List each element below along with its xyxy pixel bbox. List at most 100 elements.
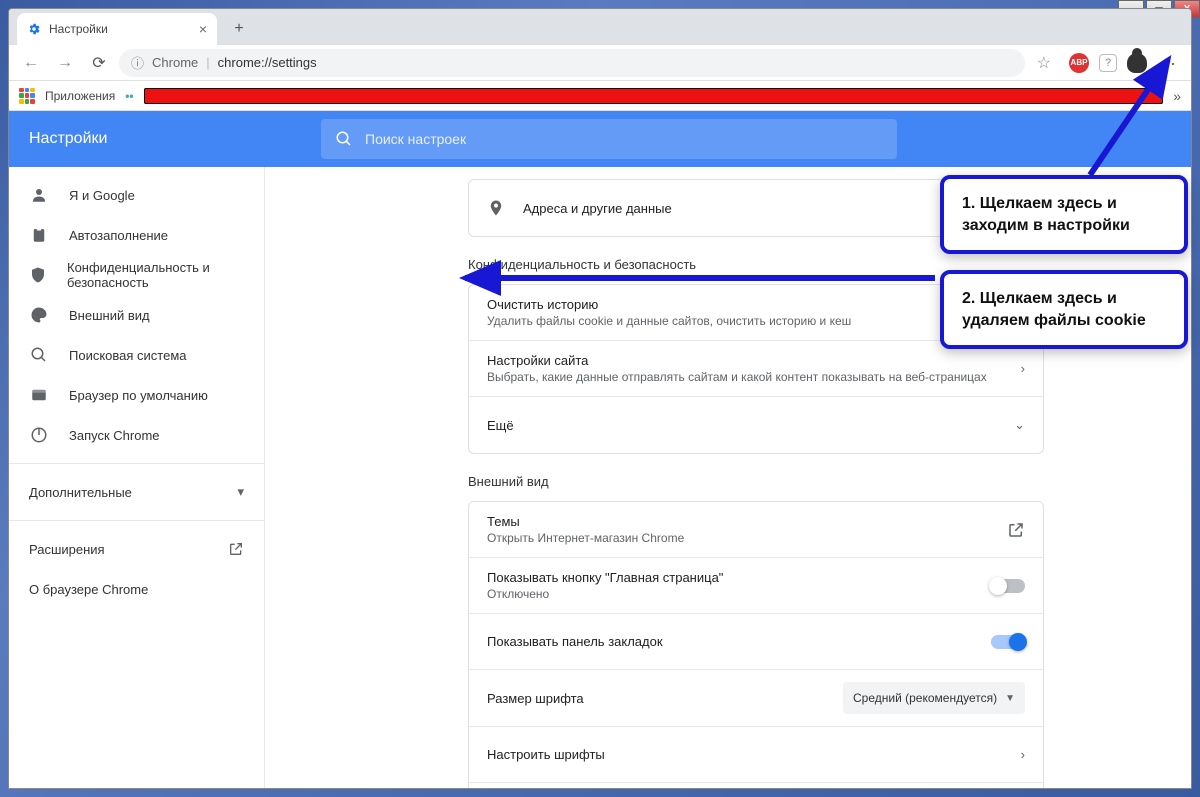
info-icon: ⓘ [131,53,144,72]
sidebar-advanced[interactable]: Дополнительные ▾ [9,472,264,512]
sidebar-separator [9,520,264,521]
settings-sidebar: Я и Google Автозаполнение Конфиденциальн… [9,167,265,788]
location-icon [487,199,523,217]
search-input[interactable] [365,131,883,147]
settings-title: Настройки [9,130,321,148]
font-size-select[interactable]: Средний (рекомендуется) ▼ [843,682,1025,714]
row-title: Ещё [487,418,1014,433]
sidebar-item-default-browser[interactable]: Браузер по умолчанию [9,375,264,415]
settings-header: Настройки [9,111,1191,167]
power-icon [29,426,49,444]
help-icon[interactable]: ? [1099,54,1117,72]
site-settings-row[interactable]: Настройки сайта Выбрать, какие данные от… [469,341,1043,397]
tab-close-icon[interactable]: × [199,21,207,37]
shield-icon [29,266,47,284]
palette-icon [29,306,49,324]
redacted-bookmark[interactable] [144,88,1164,104]
sidebar-item-label: Конфиденциальность и безопасность [67,260,244,290]
search-icon [335,130,353,148]
sidebar-item-on-startup[interactable]: Запуск Chrome [9,415,264,455]
tab-bar: Настройки × + [9,9,1191,45]
chevron-down-icon: ⌄ [1014,417,1025,433]
settings-content: Адреса и другие данные › Конфиденциально… [265,167,1191,788]
sidebar-about-label: О браузере Chrome [29,582,148,597]
sidebar-item-label: Запуск Chrome [69,428,160,443]
annotation-callout-1: 1. Щелкаем здесь и заходим в настройки [940,175,1188,254]
row-title: Настроить шрифты [487,747,1021,762]
home-button-row[interactable]: Показывать кнопку "Главная страница" Отк… [469,558,1043,614]
extension-icons: ABP ? ⋮ [1063,53,1183,73]
row-title: Темы [487,514,1007,529]
reload-button[interactable]: ⟳ [85,49,113,77]
gear-icon [27,22,41,36]
browser-menu-button[interactable]: ⋮ [1157,53,1177,73]
sidebar-item-autofill[interactable]: Автозаполнение [9,215,264,255]
back-button[interactable]: ← [17,49,45,77]
row-subtitle: Открыть Интернет-магазин Chrome [487,531,1007,545]
chevron-down-icon: ▾ [237,484,244,500]
browser-window: Настройки × + ← → ⟳ ⓘ Chrome | chrome://… [8,8,1192,789]
row-title: Показывать кнопку "Главная страница" [487,570,991,585]
external-link-icon [228,541,244,557]
url-box[interactable]: ⓘ Chrome | chrome://settings [119,49,1025,77]
tab-settings[interactable]: Настройки × [17,13,217,45]
bookmark-dots-icon[interactable]: •• [125,89,133,103]
clipboard-icon [29,226,49,244]
sidebar-item-label: Поисковая система [69,348,187,363]
row-subtitle: Выбрать, какие данные отправлять сайтам … [487,370,1021,384]
url-text: chrome://settings [218,55,317,70]
external-link-icon [1007,521,1025,539]
sidebar-extensions-label: Расширения [29,542,105,557]
settings-main: Я и Google Автозаполнение Конфиденциальн… [9,167,1191,788]
url-separator: | [206,55,209,70]
sidebar-item-label: Браузер по умолчанию [69,388,208,403]
profile-icon[interactable] [1127,53,1147,73]
chevron-right-icon: › [1021,747,1025,762]
bookmarks-bar-toggle[interactable] [991,635,1025,649]
forward-button[interactable]: → [51,49,79,77]
font-size-row: Размер шрифта Средний (рекомендуется) ▼ [469,670,1043,727]
tab-title: Настройки [49,22,108,36]
bookmarks-bar-row[interactable]: Показывать панель закладок [469,614,1043,670]
select-value: Средний (рекомендуется) [853,691,997,705]
customize-fonts-row[interactable]: Настроить шрифты › [469,727,1043,783]
row-title: Показывать панель закладок [487,634,991,649]
row-subtitle: Отключено [487,587,991,601]
new-tab-button[interactable]: + [225,15,253,43]
appearance-card: Темы Открыть Интернет-магазин Chrome Пок… [468,501,1044,788]
bookmark-star-icon[interactable]: ☆ [1031,53,1057,73]
sidebar-item-label: Внешний вид [69,308,150,323]
section-heading-appearance: Внешний вид [468,474,1044,489]
sidebar-separator [9,463,264,464]
row-title: Настройки сайта [487,353,1021,368]
callout-text: 1. Щелкаем здесь и заходим в настройки [962,195,1130,234]
home-button-toggle[interactable] [991,579,1025,593]
sidebar-item-appearance[interactable]: Внешний вид [9,295,264,335]
bookmarks-overflow-icon[interactable]: » [1173,88,1181,104]
page-zoom-row: Масштабирование страницы 100% ▼ [469,783,1043,788]
privacy-more-row[interactable]: Ещё ⌄ [469,397,1043,453]
url-scheme: Chrome [152,55,198,70]
sidebar-about[interactable]: О браузере Chrome [9,569,264,609]
caret-down-icon: ▼ [1005,693,1015,704]
row-title: Размер шрифта [487,691,843,706]
apps-label[interactable]: Приложения [45,89,115,103]
browser-icon [29,386,49,404]
search-icon [29,346,49,364]
callout-text: 2. Щелкаем здесь и удаляем файлы cookie [962,290,1146,329]
sidebar-item-you-and-google[interactable]: Я и Google [9,175,264,215]
apps-grid-icon[interactable] [19,88,35,104]
address-bar: ← → ⟳ ⓘ Chrome | chrome://settings ☆ ABP… [9,45,1191,81]
themes-row[interactable]: Темы Открыть Интернет-магазин Chrome [469,502,1043,558]
sidebar-item-search-engine[interactable]: Поисковая система [9,335,264,375]
sidebar-item-privacy[interactable]: Конфиденциальность и безопасность [9,255,264,295]
bookmarks-bar: Приложения •• » [9,81,1191,111]
adblock-icon[interactable]: ABP [1069,53,1089,73]
annotation-callout-2: 2. Щелкаем здесь и удаляем файлы cookie [940,270,1188,349]
sidebar-item-label: Автозаполнение [69,228,168,243]
settings-search[interactable] [321,119,897,159]
sidebar-advanced-label: Дополнительные [29,485,132,500]
chevron-right-icon: › [1021,361,1025,376]
sidebar-extensions[interactable]: Расширения [9,529,264,569]
person-icon [29,186,49,204]
